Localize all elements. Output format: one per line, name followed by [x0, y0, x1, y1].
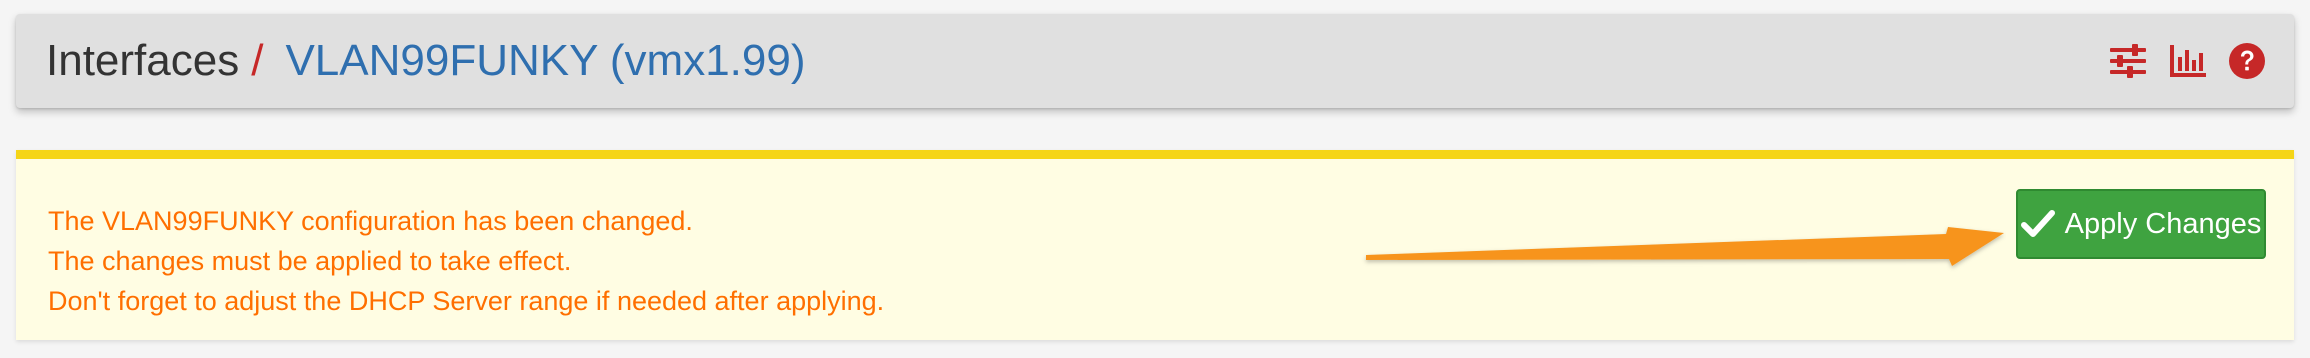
alert-line-apply-required: The changes must be applied to take effe…: [48, 246, 572, 276]
breadcrumb-separator: /: [251, 36, 264, 85]
page-header: Interfaces / VLAN99FUNKY (vmx1.99): [16, 14, 2294, 108]
alert-line-dhcp-reminder: Don't forget to adjust the DHCP Server r…: [48, 286, 885, 316]
sliders-icon[interactable]: [2108, 43, 2148, 79]
breadcrumb: Interfaces / VLAN99FUNKY (vmx1.99): [46, 14, 805, 108]
checkmark-icon: [2020, 210, 2055, 237]
apply-changes-label: Apply Changes: [2064, 207, 2262, 240]
breadcrumb-section-link[interactable]: Interfaces: [46, 36, 239, 86]
alert-message: The VLAN99FUNKY configuration has been c…: [48, 201, 884, 321]
breadcrumb-current-interface[interactable]: VLAN99FUNKY (vmx1.99): [285, 36, 805, 86]
header-icon-group: [2108, 14, 2266, 108]
arrow-icon: [1366, 227, 2004, 266]
alert-line-changed: The VLAN99FUNKY configuration has been c…: [48, 206, 693, 236]
help-circle-icon[interactable]: [2228, 42, 2266, 80]
config-changed-alert: The VLAN99FUNKY configuration has been c…: [16, 150, 2294, 340]
bar-chart-icon[interactable]: [2168, 43, 2208, 79]
apply-changes-button[interactable]: Apply Changes: [2016, 189, 2266, 259]
